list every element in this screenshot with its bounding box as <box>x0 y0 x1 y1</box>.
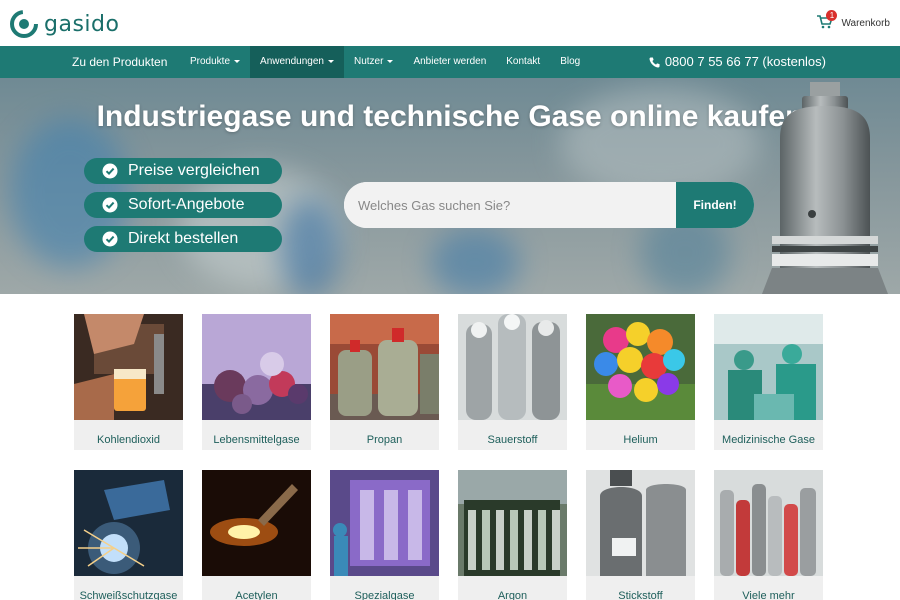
category-label: Stickstoff <box>618 590 663 600</box>
category-label: Acetylen <box>235 590 278 600</box>
category-grid: Kohlendioxid Lebensmittelgase Propan Sau… <box>74 314 826 600</box>
category-label: Viele mehr <box>742 590 795 600</box>
hero-pill-angebote: Sofort-Angebote <box>84 192 282 218</box>
hero-pill-preise: Preise vergleichen <box>84 158 282 184</box>
gasido-logo[interactable]: gasido <box>10 10 119 38</box>
caret-down-icon <box>387 59 394 63</box>
category-card-viele-mehr[interactable]: Viele mehr <box>714 470 823 600</box>
category-label: Argon <box>497 590 528 600</box>
pill-label: Sofort-Angebote <box>128 196 245 213</box>
schweissschutzgase-image <box>74 470 183 576</box>
nav-item-label: Produkte <box>190 56 231 67</box>
main-nav: Zu den Produkten Produkte Anwendungen Nu… <box>0 46 900 78</box>
category-label: Spezialgase <box>354 590 415 600</box>
acetylen-image <box>202 470 311 576</box>
helium-image <box>586 314 695 420</box>
sauerstoff-image <box>458 314 567 420</box>
category-card-stickstoff[interactable]: Stickstoff <box>586 470 695 600</box>
search-submit-button[interactable]: Finden! <box>676 182 754 228</box>
category-label: Kohlendioxid <box>97 434 160 446</box>
check-circle-icon <box>102 197 118 213</box>
propan-image <box>330 314 439 420</box>
nav-item-blog[interactable]: Blog <box>550 46 590 78</box>
nav-item-kontakt[interactable]: Kontakt <box>496 46 550 78</box>
category-card-helium[interactable]: Helium <box>586 314 695 450</box>
gasido-logo-icon <box>10 10 38 38</box>
nav-item-label: Nutzer <box>353 56 384 67</box>
logo-text: gasido <box>44 11 120 37</box>
category-label: Schweißschutzgase <box>79 590 178 600</box>
argon-image <box>458 470 567 576</box>
pill-label: Preise vergleichen <box>128 162 260 179</box>
top-bar: gasido 1 Warenkorb <box>0 0 900 46</box>
hero-pill-bestellen: Direkt bestellen <box>84 226 282 252</box>
category-card-argon[interactable]: Argon <box>458 470 567 600</box>
cart-link[interactable]: 1 Warenkorb <box>817 10 890 31</box>
category-card-kohlendioxid[interactable]: Kohlendioxid <box>74 314 183 450</box>
phone-icon <box>649 56 660 67</box>
category-card-medizinische-gase[interactable]: Medizinische Gase <box>714 314 823 450</box>
hero-banner: Industriegase und technische Gase online… <box>0 78 900 294</box>
phone-number: 0800 7 55 66 77 (kostenlos) <box>664 54 826 69</box>
stickstoff-image <box>586 470 695 576</box>
nav-item-anbieter-werden[interactable]: Anbieter werden <box>403 46 496 78</box>
category-card-spezialgase[interactable]: Spezialgase <box>330 470 439 600</box>
nav-item-anwendungen[interactable]: Anwendungen <box>250 46 344 78</box>
gas-search-input[interactable] <box>344 182 676 228</box>
caret-down-icon <box>327 59 334 63</box>
nav-home-link[interactable]: Zu den Produkten <box>0 46 180 78</box>
phone-link[interactable]: 0800 7 55 66 77 (kostenlos) <box>649 46 826 78</box>
category-label: Helium <box>623 434 658 446</box>
category-label: Lebensmittelgase <box>213 434 300 446</box>
category-card-lebensmittelgase[interactable]: Lebensmittelgase <box>202 314 311 450</box>
category-label: Sauerstoff <box>487 434 538 446</box>
shopping-cart-icon: 1 <box>817 10 838 31</box>
category-label: Medizinische Gase <box>722 434 815 446</box>
viele-mehr-image <box>714 470 823 576</box>
category-card-schweissschutzgase[interactable]: Schweißschutzgase <box>74 470 183 600</box>
check-circle-icon <box>102 231 118 247</box>
nav-item-nutzer[interactable]: Nutzer <box>344 46 403 78</box>
kohlendioxid-image <box>74 314 183 420</box>
cart-label: Warenkorb <box>841 17 890 29</box>
lebensmittelgase-image <box>202 314 311 420</box>
cart-count-badge: 1 <box>826 10 838 21</box>
category-card-acetylen[interactable]: Acetylen <box>202 470 311 600</box>
nav-item-produkte[interactable]: Produkte <box>180 46 250 78</box>
check-circle-icon <box>102 163 118 179</box>
category-card-propan[interactable]: Propan <box>330 314 439 450</box>
category-label: Propan <box>366 434 403 446</box>
nav-item-label: Anwendungen <box>260 56 324 67</box>
pill-label: Direkt bestellen <box>128 230 239 247</box>
spezialgase-image <box>330 470 439 576</box>
category-card-sauerstoff[interactable]: Sauerstoff <box>458 314 567 450</box>
caret-down-icon <box>234 59 241 63</box>
medizinische-gase-image <box>714 314 823 420</box>
hero-background-blur <box>280 198 340 294</box>
gas-search-form: Finden! <box>344 182 754 228</box>
gas-cylinder-image <box>762 82 888 294</box>
hero-background-blur <box>430 228 520 294</box>
